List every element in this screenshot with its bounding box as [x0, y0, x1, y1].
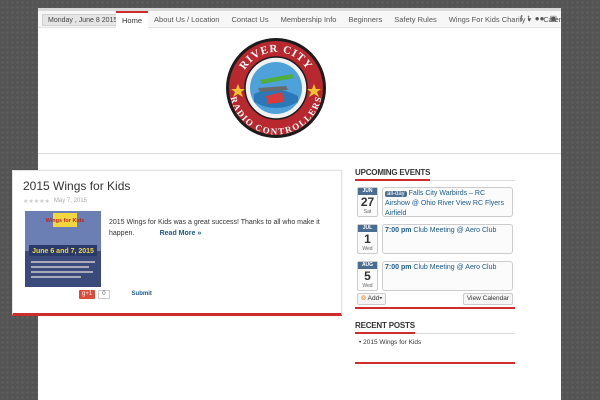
post-date: May 7, 2015 — [53, 198, 87, 204]
event-time: 7:00 pm — [385, 227, 412, 234]
rating-stars[interactable]: ★★★★★ — [23, 198, 50, 205]
google-plus-count: 0 — [98, 290, 110, 299]
view-calendar-button[interactable]: View Calendar — [462, 293, 513, 305]
social-links: f t ●● ▣ — [520, 14, 557, 24]
top-bar: Monday , June 8 2015 Home About Us / Loc… — [38, 8, 574, 29]
youtube-icon[interactable]: ▣ — [549, 14, 557, 24]
post-title[interactable]: 2015 Wings for Kids — [23, 179, 130, 193]
event-date-badge: JUN 27 Sat — [357, 187, 378, 217]
nav-safety[interactable]: Safety Rules — [388, 11, 443, 29]
post-card: 2015 Wings for Kids ★★★★★ May 7, 2015 Wi… — [12, 170, 342, 316]
thumb-dates: June 6 and 7, 2015 — [32, 248, 94, 255]
today-date: Monday , June 8 2015 — [42, 14, 124, 26]
nav-membership[interactable]: Membership Info — [275, 11, 343, 29]
post-excerpt: 2015 Wings for Kids was a great success!… — [109, 217, 335, 239]
share-bar: g+1 0 Submit — [79, 290, 155, 299]
event-item[interactable]: AUG 5 Wed 7:00 pm Club Meeting @ Aero Cl… — [357, 261, 513, 294]
post-thumbnail[interactable]: Wings for Kids June 6 and 7, 2015 — [25, 211, 101, 287]
add-feed-button[interactable]: ⦾ Add▾ — [357, 293, 387, 305]
recent-posts-widget: RECENT POSTS • 2015 Wings for Kids — [355, 321, 515, 364]
upcoming-events-title: UPCOMING EVENTS — [355, 168, 515, 181]
site-header: RIVER CITY RADIO CONTROLLERS — [38, 28, 561, 154]
event-text[interactable]: Club Meeting @ Aero Club — [413, 264, 496, 271]
main-nav: Home About Us / Location Contact Us Memb… — [116, 11, 580, 29]
event-details[interactable]: all-day Falls City Warbirds – RC Airshow… — [382, 187, 513, 217]
nav-home[interactable]: Home — [116, 11, 149, 29]
sidebar: UPCOMING EVENTS JUN 27 Sat all-day Falls… — [355, 168, 515, 364]
event-details[interactable]: 7:00 pm Club Meeting @ Aero Club — [382, 261, 513, 291]
event-item[interactable]: JUN 27 Sat all-day Falls City Warbirds –… — [357, 187, 513, 220]
recent-post-link[interactable]: 2015 Wings for Kids — [363, 339, 421, 346]
event-text[interactable]: Club Meeting @ Aero Club — [413, 227, 496, 234]
google-plus-button[interactable]: g+1 — [79, 290, 96, 299]
event-date-badge: JUL 1 Wed — [357, 224, 378, 254]
event-item[interactable]: JUL 1 Wed 7:00 pm Club Meeting @ Aero Cl… — [357, 224, 513, 257]
recent-posts-list: • 2015 Wings for Kids — [355, 334, 515, 364]
club-logo[interactable]: RIVER CITY RADIO CONTROLLERS — [224, 36, 328, 145]
submit-button[interactable]: Submit — [129, 290, 155, 299]
event-time: 7:00 pm — [385, 264, 412, 271]
excerpt-text: 2015 Wings for Kids was a great success!… — [109, 219, 320, 237]
facebook-icon[interactable]: f — [520, 14, 522, 24]
nav-contact[interactable]: Contact Us — [225, 11, 274, 29]
nav-beginners[interactable]: Beginners — [342, 11, 388, 29]
all-day-badge: all-day — [385, 191, 407, 197]
post-meta: ★★★★★ May 7, 2015 — [23, 198, 87, 205]
event-details[interactable]: 7:00 pm Club Meeting @ Aero Club — [382, 224, 513, 254]
nav-about[interactable]: About Us / Location — [148, 11, 225, 29]
thumb-title: Wings for Kids — [46, 218, 85, 224]
events-footer: ⦾ Add▾ View Calendar — [357, 293, 513, 305]
event-date-badge: AUG 5 Wed — [357, 261, 378, 291]
twitter-icon[interactable]: t — [528, 14, 530, 24]
rss-icon: ⦾ — [361, 295, 368, 302]
flickr-icon[interactable]: ●● — [535, 14, 545, 24]
events-widget: JUN 27 Sat all-day Falls City Warbirds –… — [355, 181, 515, 309]
recent-posts-title: RECENT POSTS — [355, 321, 515, 334]
read-more-link[interactable]: Read More » — [160, 230, 202, 237]
